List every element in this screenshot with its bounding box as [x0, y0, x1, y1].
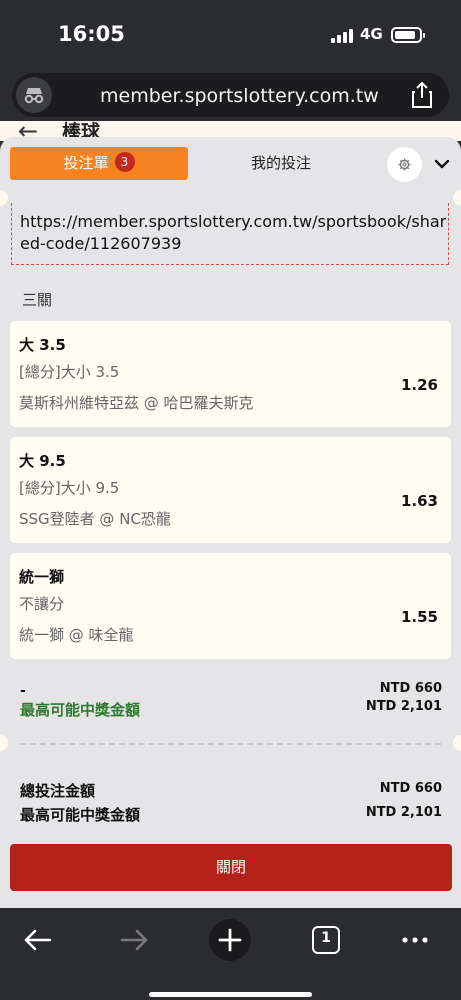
incognito-icon[interactable]: [16, 77, 52, 113]
bet-card[interactable]: 統一獅 不讓分 統一獅 @ 味全龍 1.55: [10, 553, 451, 659]
ticket-notch-right: [453, 190, 461, 206]
bet-selection: 大 3.5: [19, 336, 66, 354]
bet-card[interactable]: 大 9.5 [總分]大小 9.5 SSG登陸者 @ NC恐龍 1.63: [10, 437, 451, 543]
status-time: 16:05: [58, 22, 125, 46]
more-menu-icon[interactable]: [393, 918, 437, 962]
close-button[interactable]: 關閉: [10, 844, 452, 891]
address-bar[interactable]: member.sportslottery.com.tw: [12, 73, 449, 117]
bet-match: 統一獅 @ 味全龍: [19, 626, 134, 644]
max-win-label: 最高可能中獎金額: [20, 806, 141, 824]
battery-icon: [391, 27, 425, 43]
bet-count-badge: 3: [114, 152, 135, 172]
forward-icon[interactable]: [112, 918, 156, 962]
bet-selection: 大 9.5: [19, 452, 66, 470]
tab-count: 1: [321, 930, 331, 946]
bet-market: [總分]大小 9.5: [19, 479, 120, 497]
bet-odds: 1.63: [400, 492, 438, 510]
url-text[interactable]: member.sportslottery.com.tw: [100, 85, 379, 107]
bet-market: [總分]大小 3.5: [19, 363, 120, 381]
signal-icon: [331, 29, 353, 43]
tab-bet-slip[interactable]: 投注單 3: [10, 147, 188, 180]
browser-toolbar: 1: [0, 908, 461, 1000]
tab-my-bets[interactable]: 我的投注: [188, 147, 374, 180]
shared-link[interactable]: https://member.sportslottery.com.tw/spor…: [20, 211, 448, 255]
new-tab-icon[interactable]: [208, 918, 252, 962]
divider: [20, 743, 441, 745]
bet-odds: 1.55: [400, 608, 438, 626]
parlay-dash: -: [20, 683, 26, 699]
bet-type-label: 三關: [22, 291, 53, 309]
status-bar: 16:05 4G: [0, 0, 461, 70]
bet-odds: 1.26: [400, 376, 438, 394]
parlay-max-win-label: 最高可能中獎金額: [20, 701, 141, 719]
ticket-notch-left: [0, 735, 8, 751]
gear-icon: [398, 158, 411, 171]
tab-bet-slip-label: 投注單: [63, 154, 109, 172]
ticket-notch-left: [0, 190, 8, 206]
bet-card[interactable]: 大 3.5 [總分]大小 3.5 莫斯科州維特亞茲 @ 哈巴羅夫斯克 1.26: [10, 321, 451, 427]
home-indicator: [149, 992, 312, 997]
bet-match: SSG登陸者 @ NC恐龍: [19, 510, 171, 528]
max-win-amount: NTD 2,101: [365, 805, 442, 820]
settings-button[interactable]: [387, 147, 422, 182]
bet-match: 莫斯科州維特亞茲 @ 哈巴羅夫斯克: [19, 394, 254, 412]
tabs-icon[interactable]: 1: [304, 918, 348, 962]
total-stake-label: 總投注金額: [20, 782, 96, 800]
bet-slip-panel: 投注單 3 我的投注 https://member.sportslottery.c…: [0, 137, 461, 908]
back-icon[interactable]: [16, 918, 60, 962]
total-stake-amount: NTD 660: [379, 781, 442, 796]
chevron-down-icon[interactable]: [432, 154, 452, 174]
network-label: 4G: [360, 25, 383, 43]
bet-selection: 統一獅: [19, 568, 65, 586]
bet-market: 不讓分: [19, 595, 65, 613]
parlay-max-win-amount: NTD 2,101: [365, 699, 442, 714]
share-icon[interactable]: [410, 81, 434, 109]
parlay-stake: NTD 660: [379, 681, 442, 696]
ticket-notch-right: [453, 735, 461, 751]
